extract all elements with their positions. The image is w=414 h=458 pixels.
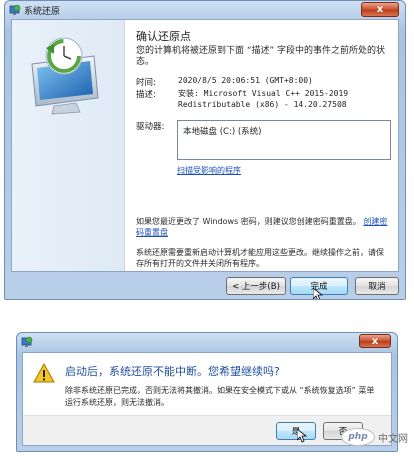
dialog-body: 启动后，系统还原不能中断。您希望继续吗? 除非系统还原已完成，否则无法将其撤消。… — [22, 352, 392, 446]
wizard-footer: < 上一步(B) 完成 取消 — [11, 272, 399, 299]
drives-list[interactable]: 本地磁盘 (C:) (系统) — [177, 120, 391, 160]
window-title: 系统还原 — [24, 7, 61, 17]
back-button[interactable]: < 上一步(B) — [226, 277, 286, 295]
wizard-content: 确认还原点 您的计算机将被还原到下面 “描述” 字段中的事件之前所处的状态。 时… — [136, 28, 391, 269]
time-row: 时间: 2020/8/5 20:06:51 (GMT+8:00) — [136, 76, 390, 88]
close-button[interactable]: x — [361, 2, 399, 17]
system-restore-icon — [9, 4, 21, 15]
drives-row: 驱动器: 本地磁盘 (C:) (系统) — [136, 120, 391, 164]
mouse-cursor-icon — [313, 288, 323, 299]
description-row-2: Redistributable (x86) - 14.20.27508 — [136, 100, 390, 114]
description-line-1: 安装: Microsoft Visual C++ 2015-2019 — [178, 89, 349, 98]
page-title: 确认还原点 — [136, 30, 191, 43]
password-note: 如果您最近更改了 Windows 密码，则建议您创建密码重置盘。 创建密码重置盘 — [136, 216, 390, 238]
drives-label: 驱动器: — [136, 122, 165, 132]
wizard-side-panel — [12, 20, 125, 271]
dialog-question: 启动后，系统还原不能中断。您希望继续吗? — [65, 365, 280, 378]
password-note-text: 如果您最近更改了 Windows 密码，则建议您创建密码重置盘。 — [136, 217, 361, 226]
dialog-footer: 是 否 — [23, 415, 391, 445]
system-restore-window: 系统还原 x 确认还原点 您的计算机将被还原到下面 “描述” 字段中的事件之前所… — [4, 0, 406, 300]
watermark-logo: php — [341, 428, 375, 446]
dialog-detail: 除非系统还原已完成，否则无法将其撤消。如果在安全模式下或从 “系统恢复选项” 菜… — [65, 386, 375, 407]
yes-button[interactable]: 是 — [276, 422, 316, 440]
drive-item-c[interactable]: 本地磁盘 (C:) (系统) — [183, 127, 261, 137]
description-label: 描述: — [136, 90, 156, 100]
dialog-title-bar[interactable]: x — [17, 333, 397, 351]
description-line-2: Redistributable (x86) - 14.20.27508 — [178, 100, 347, 109]
watermark-text: 中文网 — [378, 433, 408, 445]
system-restore-icon — [21, 336, 33, 347]
intro-text: 您的计算机将被还原到下面 “描述” 字段中的事件之前所处的状态。 — [136, 46, 386, 67]
title-bar[interactable]: 系统还原 x — [5, 1, 405, 19]
cancel-button[interactable]: 取消 — [355, 277, 399, 295]
restart-note: 系统还原需要重新启动计算机才能应用这些更改。继续操作之前，请保存所有打开的文件并… — [136, 248, 384, 268]
description-row: 描述: 安装: Microsoft Visual C++ 2015-2019 — [136, 88, 390, 100]
time-label: 时间: — [136, 78, 156, 88]
mouse-cursor-icon — [297, 429, 307, 443]
wizard-body: 确认还原点 您的计算机将被还原到下面 “描述” 字段中的事件之前所处的状态。 时… — [11, 19, 399, 272]
site-watermark: php 中文网 — [341, 428, 408, 446]
time-value: 2020/8/5 20:06:51 (GMT+8:00) — [178, 76, 313, 85]
restore-monitor-icon — [31, 37, 99, 115]
scan-link-row: 扫描受影响的程序 — [136, 165, 390, 176]
scan-affected-programs-link[interactable]: 扫描受影响的程序 — [177, 166, 241, 175]
dialog-close-button[interactable]: x — [359, 334, 391, 348]
warning-icon — [33, 363, 55, 383]
